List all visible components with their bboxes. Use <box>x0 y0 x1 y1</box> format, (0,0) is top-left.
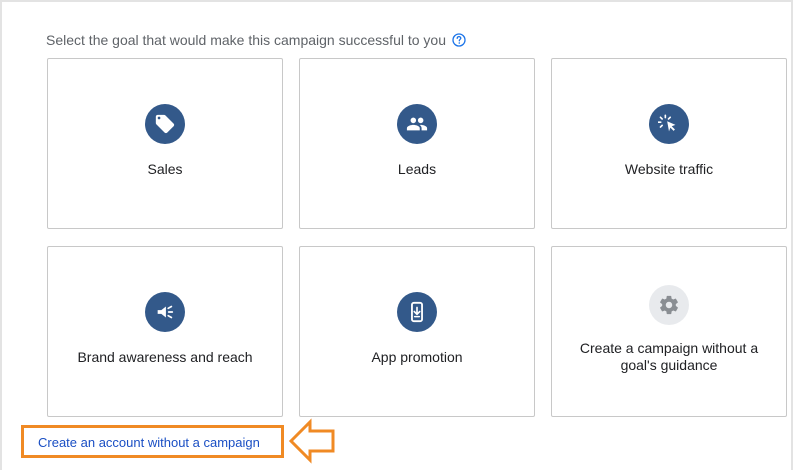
goal-card-brand-awareness[interactable]: Brand awareness and reach <box>47 246 283 417</box>
goal-card-no-guidance[interactable]: Create a campaign without a goal's guida… <box>551 246 787 417</box>
create-account-without-campaign-link[interactable]: Create an account without a campaign <box>38 435 260 450</box>
goal-prompt: Select the goal that would make this cam… <box>46 32 466 48</box>
goal-card-label: Leads <box>397 161 437 177</box>
phone-download-icon <box>397 292 437 332</box>
cursor-click-icon <box>649 104 689 144</box>
goal-card-leads[interactable]: Leads <box>299 58 535 229</box>
goal-card-label: Website traffic <box>624 161 714 177</box>
people-icon <box>397 104 437 144</box>
arrow-left-icon <box>288 418 335 464</box>
gear-icon <box>649 285 689 325</box>
goal-card-website-traffic[interactable]: Website traffic <box>551 58 787 229</box>
goal-card-label: Brand awareness and reach <box>77 349 253 365</box>
goal-card-label: App promotion <box>371 349 463 365</box>
goal-card-app-promotion[interactable]: App promotion <box>299 246 535 417</box>
help-icon[interactable] <box>452 33 466 47</box>
goal-card-label: Sales <box>147 161 183 177</box>
tag-icon <box>145 104 185 144</box>
megaphone-icon <box>145 292 185 332</box>
goal-prompt-text: Select the goal that would make this cam… <box>46 32 446 48</box>
goal-card-sales[interactable]: Sales <box>47 58 283 229</box>
goal-card-label: Create a campaign without a goal's guida… <box>579 340 759 373</box>
